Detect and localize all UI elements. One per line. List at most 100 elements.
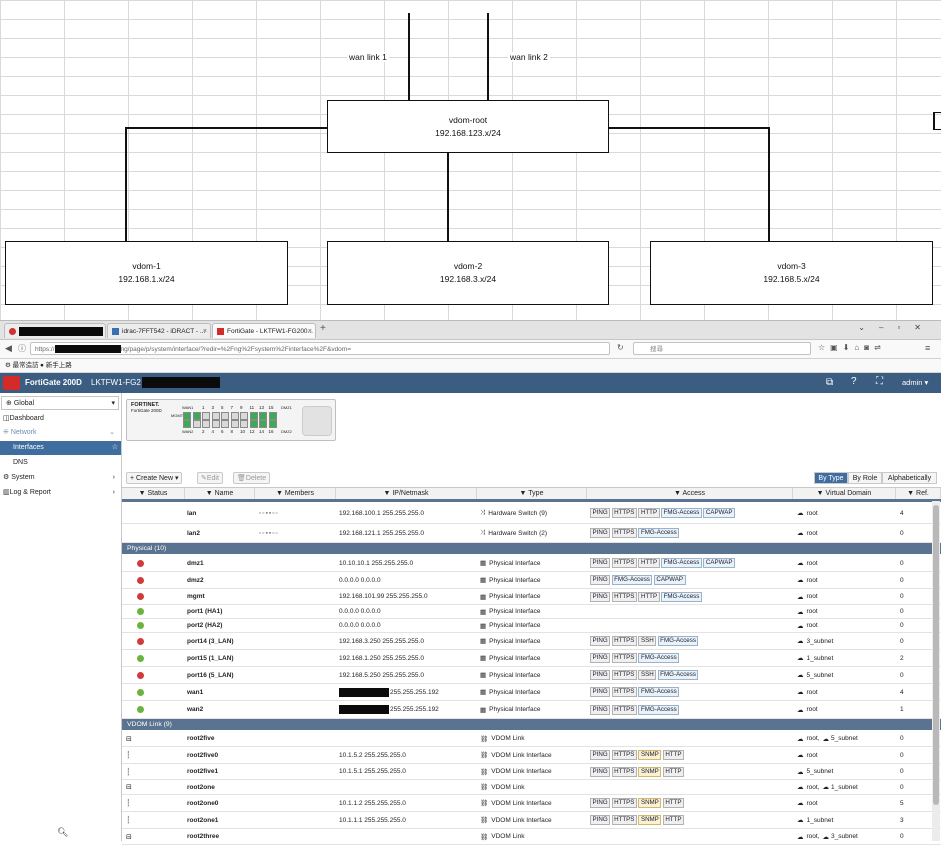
toolbar-icons[interactable]: ☆▣⬇⌂◙⇌ [818,343,886,352]
collapse-icon[interactable]: ⊟ [126,735,132,743]
tab-idrac-label: idrac-7FFT542 - iDRACT - ... [122,328,206,335]
view-by-role[interactable]: By Role [848,472,882,484]
tab-idrac[interactable]: idrac-7FFT542 - iDRACT - ... × [107,323,211,338]
tab-fortigate[interactable]: FortiGate - LKTFW1-FG200... × [212,323,316,338]
table-row[interactable]: dmz2 0.0.0.0 0.0.0.0 ▦ Physical Interface PI… [122,572,941,589]
sidebar-item-dns[interactable]: DNS [0,456,121,470]
port-led [268,420,277,428]
new-tab-button[interactable]: + [320,323,326,334]
vdom-cell: ☁ root [797,572,896,588]
menu-icon[interactable]: ≡ [925,343,930,353]
virtual-domain: root, [806,735,820,742]
table-row[interactable]: wan1 255.255.255.192 ▦ Physical Interface PI… [122,684,941,701]
table-row[interactable]: ⊟ root2three ⛓ VDOM Link ☁ root, ☁ 3_subnet 0 [122,829,941,845]
table-row[interactable]: ┆ root2five1 10.1.5.1 255.255.255.0 ⛓ VDOM L… [122,764,941,780]
table-row[interactable]: port1 (HA1) 0.0.0.0 0.0.0.0 ▦ Physical Inte… [122,605,941,619]
table-row[interactable]: port15 (1_LAN) 192.168.1.250 255.255.255.… [122,650,941,667]
table-row[interactable]: ┆ root2five0 10.1.5.2 255.255.255.0 ⛓ VDOM L… [122,747,941,764]
collapse-icon[interactable]: ⊟ [126,783,132,791]
close-tab-icon[interactable]: × [203,324,207,338]
sidebar-item-dashboard[interactable]: ◫Dashboard [0,412,121,426]
table-row[interactable]: mgmt 192.168.101.99 255.255.255.0 ▦ Physica… [122,589,941,605]
close-tab-icon[interactable]: × [308,324,312,338]
ip-netmask: 192.168.1.250 255.255.255.0 [339,654,424,662]
chart-icon: ▥ [3,489,10,496]
type-cell: ▦ Physical Interface [480,684,587,700]
back-icon[interactable]: ◀ [5,343,12,354]
search-input[interactable]: 搜尋 [633,342,811,355]
vdom-2-ip: 192.168.3.x/24 [439,274,497,284]
access-badge: FMG-Access [638,653,680,663]
fullscreen-icon[interactable]: ⛶ [876,376,883,387]
table-row[interactable]: wan2 255.255.255.192 ▦ Physical Interface PI… [122,701,941,719]
port-led [211,420,220,428]
interface-type: Hardware Switch (9) [488,509,548,517]
table-row[interactable]: lan2 ▫▫▪▪▫▫ 192.168.121.1 255.255.255.0 ⤨ Ha… [122,524,941,543]
ip-cell: 255.255.255.192 [339,684,477,700]
table-row[interactable]: ⊟ root2five ⛓ VDOM Link ☁ root, ☁ 5_subnet 0 [122,731,941,747]
faceplate-dmz1: DMZ1 [281,405,292,410]
view-alphabetically[interactable]: Alphabetically [882,472,937,484]
type-cell: ⤨ Hardware Switch (2) [480,524,587,542]
sidebar-item-interfaces[interactable]: Interfaces ☆ [0,441,121,455]
favorite-star-icon[interactable]: ☆ [112,441,118,455]
cli-console-icon[interactable]: ⧉ [826,377,833,388]
sidebar-item-network[interactable]: ⁜ Network ⌄ [0,426,121,440]
view-by-type[interactable]: By Type [814,472,848,484]
create-new-button[interactable]: + Create New ▾ [126,472,183,484]
faceplate-mgmt: MGMT [171,413,184,418]
access-badge: HTTP [638,591,660,602]
reload-icon[interactable]: ↻ [617,343,624,352]
table-row[interactable]: port14 (3_LAN) 192.168.3.250 255.255.255.… [122,633,941,650]
interface-type-icon: ⛓ [480,784,489,791]
cloud-icon: ☁ [797,752,804,759]
search-icon[interactable]: 🔍︎ [57,827,68,838]
bookmark-most-visited[interactable]: ⚙ 最常造訪 [5,359,39,372]
window-controls[interactable]: ⌄–▫✕ [858,323,935,332]
port-led [259,420,267,428]
group-header[interactable]: VDOM Link (9) [122,719,941,730]
access-badge: PING [590,815,611,825]
table-row[interactable]: ┆ root2one1 10.1.1.1 255.255.255.0 ⛓ VDOM Li… [122,812,941,829]
ref-count: 0 [900,608,904,615]
access-badge: HTTP [638,558,660,568]
info-icon[interactable]: ⓘ [18,343,26,354]
url-bar[interactable]: https:// ng/page/p/system/interface/?redi… [30,342,610,355]
access-cell: PING HTTPS SSH FMG-Access [590,667,793,683]
access-badge: FMG-Access [638,704,680,715]
chevron-down-icon: ▾ [111,400,115,407]
table-row[interactable]: port2 (HA2) 0.0.0.0 0.0.0.0 ▦ Physical Inte… [122,619,941,633]
table-row[interactable]: ┆ root2one0 10.1.1.2 255.255.255.0 ⛓ VDOM Li… [122,795,941,812]
status-up-icon [137,706,144,713]
ip-cell [339,829,477,844]
collapse-icon[interactable]: ⊟ [126,833,132,841]
user-menu[interactable]: admin ▾ [902,378,928,387]
vdom-select[interactable]: ⊕ Global ▾ [1,396,119,410]
table-row[interactable]: ⊟ root2one ⛓ VDOM Link ☁ root, ☁ 1_subnet 0 [122,780,941,795]
help-icon[interactable]: ? [851,376,857,387]
delete-button[interactable]: 🗑︎Delete [233,472,271,484]
sidebar-item-log-report[interactable]: ▥Log & Report › [0,486,121,500]
type-cell: ▦ Physical Interface [480,572,587,588]
cloud-icon: ☁ [797,638,804,645]
sidebar-item-system[interactable]: ⚙ System › [0,471,121,485]
ref-count: 4 [900,509,904,517]
interface-type: VDOM Link Interface [491,751,552,759]
table-row[interactable]: port16 (5_LAN) 192.168.5.250 255.255.255.… [122,667,941,684]
access-cell: PING HTTPS FMG-Access [590,524,793,542]
group-header[interactable]: Physical (10) [122,543,941,554]
gear-icon: ⚙ [3,474,10,481]
bookmark-getting-started[interactable]: ● 新手上路 [40,359,72,372]
table-row[interactable]: dmz1 10.10.10.1 255.255.255.0 ▦ Physical In… [122,555,941,572]
interface-type: Physical Interface [489,593,541,600]
scrollbar-thumb[interactable] [933,505,939,805]
virtual-domain: root, [806,833,820,840]
status-cell [137,684,185,700]
access-badge: FMG-Access [661,591,702,602]
edit-button[interactable]: ✎Edit [197,472,223,484]
tab-redacted[interactable] [4,323,106,338]
scrollbar[interactable] [932,501,940,841]
table-row[interactable]: lan ▫▫▪▪▫▫ 192.168.100.1 255.255.255.0 ⤨ Har… [122,503,941,524]
port-number: 15 [268,405,274,410]
ip-netmask: 10.1.1.2 255.255.255.0 [339,799,406,807]
